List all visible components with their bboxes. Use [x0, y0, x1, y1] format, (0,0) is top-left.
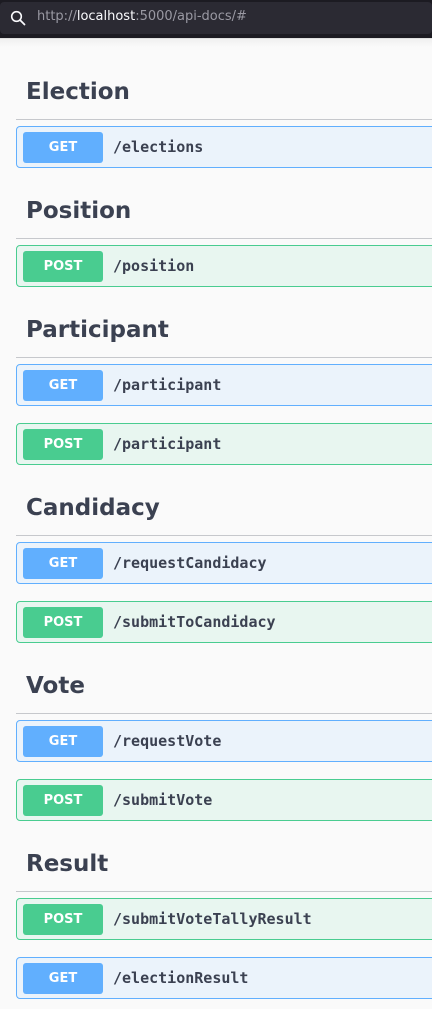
operation-get-request-candidacy[interactable]: GET /requestCandidacy [16, 542, 432, 584]
section-divider [16, 238, 432, 239]
section-title-candidacy[interactable]: Candidacy [26, 495, 160, 521]
section-divider [16, 535, 432, 536]
operation-path: /position [113, 257, 195, 275]
operation-path: /submitVoteTallyResult [113, 910, 312, 928]
operation-post-participant[interactable]: POST /participant [16, 423, 432, 465]
section-divider [16, 891, 432, 892]
section-title-result[interactable]: Result [26, 851, 108, 877]
method-badge: GET [23, 963, 103, 994]
method-badge: POST [23, 607, 103, 638]
operation-get-elections[interactable]: GET /elections [16, 126, 432, 168]
section-divider [16, 713, 432, 714]
method-badge: GET [23, 370, 103, 401]
operation-post-submit-vote-tally-result[interactable]: POST /submitVoteTallyResult [16, 898, 432, 940]
operation-path: /electionResult [113, 969, 249, 987]
operation-path: /elections [113, 138, 204, 156]
url-scheme: http:// [37, 9, 77, 24]
url-path: :5000/api-docs/# [135, 9, 247, 24]
operation-get-participant[interactable]: GET /participant [16, 364, 432, 406]
method-badge: GET [23, 132, 103, 163]
operation-path: /submitVote [113, 791, 213, 809]
toolbar-shadow [0, 38, 432, 47]
browser-toolbar: http://localhost:5000/api-docs/# [0, 0, 432, 38]
section-title-election[interactable]: Election [26, 79, 130, 105]
operation-get-election-result[interactable]: GET /electionResult [16, 957, 432, 999]
operation-path: /requestCandidacy [113, 554, 267, 572]
search-icon [10, 10, 26, 26]
address-bar-url[interactable]: http://localhost:5000/api-docs/# [37, 9, 247, 24]
method-badge: GET [23, 726, 103, 757]
section-title-participant[interactable]: Participant [26, 317, 169, 343]
operation-post-submit-vote[interactable]: POST /submitVote [16, 779, 432, 821]
section-divider [16, 119, 432, 120]
method-badge: POST [23, 429, 103, 460]
operation-post-position[interactable]: POST /position [16, 245, 432, 287]
address-bar[interactable]: http://localhost:5000/api-docs/# [0, 2, 432, 34]
method-badge: GET [23, 548, 103, 579]
method-badge: POST [23, 251, 103, 282]
operation-path: /participant [113, 435, 222, 453]
section-divider [16, 357, 432, 358]
operation-get-request-vote[interactable]: GET /requestVote [16, 720, 432, 762]
operation-path: /participant [113, 376, 222, 394]
url-host: localhost [76, 9, 136, 24]
section-title-vote[interactable]: Vote [26, 673, 85, 699]
method-badge: POST [23, 785, 103, 816]
operation-path: /submitToCandidacy [113, 613, 276, 631]
section-title-position[interactable]: Position [26, 198, 131, 224]
operation-post-submit-to-candidacy[interactable]: POST /submitToCandidacy [16, 601, 432, 643]
operation-path: /requestVote [113, 732, 222, 750]
method-badge: POST [23, 904, 103, 935]
